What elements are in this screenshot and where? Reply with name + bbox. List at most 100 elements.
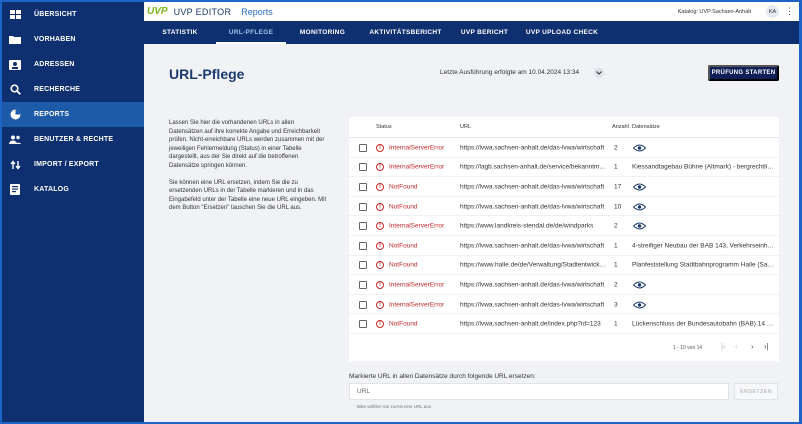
table-row[interactable]: ! NotFound https://lvwa.sachsen-anhalt.de/… [349,314,779,334]
table-row[interactable]: ! InternalServerError https://www.landkrei… [349,216,779,236]
tab-uvp-upload-check[interactable]: UVP UPLOAD CHECK [517,21,607,44]
row-checkbox[interactable] [359,241,367,250]
sidebar-item-label: IMPORT / EXPORT [34,161,99,168]
error-icon: ! [376,182,384,191]
row-checkbox[interactable] [359,280,367,289]
row-checkbox[interactable] [359,261,367,270]
error-icon: ! [376,202,384,211]
status-text: NotFound [389,242,418,250]
last-page-icon[interactable]: ›| [764,342,769,351]
top-header: UVP UVP EDITOR Reports Katalog: UVP Sach… [144,2,799,21]
table-row[interactable]: ! InternalServerError https://lvwa.sachsen… [349,138,779,158]
url-cell: https://lvwa.sachsen-anhalt.de/das-lvwa/… [460,301,605,309]
table-row[interactable]: ! InternalServerError https://lvwa.sachsen… [349,275,779,295]
column-header-count[interactable]: Anzahl [612,124,629,130]
import-export-icon [9,159,21,171]
row-checkbox[interactable] [359,320,367,329]
first-page-icon[interactable]: |‹ [721,342,726,351]
row-checkbox[interactable] [359,222,367,231]
users-icon [9,134,21,146]
count-cell: 2 [614,222,618,230]
status-text: InternalServerError [389,144,445,152]
url-cell: https://lvwa.sachsen-anhalt.de/das-lvwa/… [460,242,605,250]
chevron-down-icon[interactable] [594,68,604,78]
dataset-cell[interactable]: 4-streifiger Neubau der BAB 143, Verkehr… [632,242,774,249]
replace-hint: Bitte wählen Sie zuerst eine URL aus [357,404,432,409]
dataset-cell[interactable]: Planfeststellung Stadtbahnprogramm Halle… [632,262,774,269]
contact-card-icon [9,59,21,71]
column-header-status[interactable]: Status [376,124,392,130]
tab-statistik[interactable]: STATISTIK [144,21,216,44]
count-cell: 17 [614,183,622,191]
status-text: NotFound [389,203,418,211]
table-row[interactable]: ! NotFound https://lvwa.sachsen-anhalt.de/… [349,197,779,217]
sidebar-item-benutzer[interactable]: BENUTZER & RECHTE [2,127,144,152]
next-page-icon[interactable]: › [751,342,754,351]
eye-icon[interactable] [633,301,646,309]
sidebar-item-label: ADRESSEN [34,61,75,68]
url-cell: https://lvwa.sachsen-anhalt.de/das-lvwa/… [460,183,605,191]
row-checkbox[interactable] [359,143,367,152]
url-table: Status URL Anzahl Datensätze ! InternalSe… [349,117,779,361]
row-checkbox[interactable] [359,300,367,309]
error-icon: ! [376,320,384,329]
url-cell: https://lvwa.sachsen-anhalt.de/das-lvwa/… [460,203,605,211]
sidebar-item-uebersicht[interactable]: ÜBERSICHT [2,2,144,27]
error-icon: ! [376,280,384,289]
status-text: InternalServerError [389,281,445,289]
row-checkbox[interactable] [359,202,367,211]
description: Lassen Sie hier die vorhandenen URLs in … [169,119,329,221]
eye-icon[interactable] [633,183,646,191]
error-icon: ! [376,241,384,250]
sidebar-item-label: KATALOG [34,186,69,193]
eye-icon[interactable] [633,222,646,230]
tab-monitoring[interactable]: MONITORING [286,21,359,44]
count-cell: 10 [614,203,622,211]
dataset-cell[interactable]: Lückenschluss der Bundesautobahn (BAB) 1… [632,321,774,328]
breadcrumb[interactable]: Reports [241,7,273,17]
app-name: UVP EDITOR [173,6,232,17]
table-row[interactable]: ! NotFound https://lvwa.sachsen-anhalt.de/… [349,236,779,256]
more-menu-icon[interactable]: ⋮ [785,6,794,17]
sidebar-item-label: ÜBERSICHT [34,11,77,18]
error-icon: ! [376,222,384,231]
table-row[interactable]: ! NotFound https://www.halle.de/de/Verwalt… [349,256,779,276]
start-check-button[interactable]: PRÜFUNG STARTEN [708,65,779,81]
sidebar-item-adressen[interactable]: ADRESSEN [2,52,144,77]
sidebar-item-label: BENUTZER & RECHTE [34,136,114,143]
catalog-label[interactable]: Katalog: UVP Sachsen-Anhalt [678,9,751,15]
book-icon [9,184,21,196]
search-icon [9,84,21,96]
replace-url-input[interactable]: URL [349,383,729,400]
url-cell: https://lvwa.sachsen-anhalt.de/index.php… [460,320,601,328]
eye-icon[interactable] [633,144,646,152]
previous-page-icon[interactable]: ‹ [735,342,738,351]
sidebar-item-reports[interactable]: REPORTS [2,102,144,127]
sidebar-item-import-export[interactable]: IMPORT / EXPORT [2,152,144,177]
error-icon: ! [376,261,384,270]
tab-aktivitaetsbericht[interactable]: AKTIVITÄTSBERICHT [359,21,452,44]
tab-bar: STATISTIK URL-PFLEGE MONITORING AKTIVITÄ… [144,21,799,44]
tab-uvp-bericht[interactable]: UVP BERICHT [452,21,517,44]
sidebar: ÜBERSICHT VORHABEN ADRESSEN RECHERCHE RE… [2,2,144,422]
column-header-datasets[interactable]: Datensätze [632,124,660,130]
table-row[interactable]: ! NotFound https://lvwa.sachsen-anhalt.de/… [349,177,779,197]
table-row[interactable]: ! InternalServerError https://lvwa.sachsen… [349,295,779,315]
column-header-url[interactable]: URL [460,124,471,130]
sidebar-item-katalog[interactable]: KATALOG [2,177,144,202]
sidebar-item-recherche[interactable]: RECHERCHE [2,77,144,102]
row-checkbox[interactable] [359,163,367,172]
table-row[interactable]: ! InternalServerError https://lagb.sachsen… [349,158,779,178]
avatar[interactable]: KA [766,5,779,18]
eye-icon[interactable] [633,281,646,289]
count-cell: 1 [614,261,618,269]
error-icon: ! [376,163,384,172]
row-checkbox[interactable] [359,182,367,191]
tab-url-pflege[interactable]: URL-PFLEGE [216,21,286,44]
eye-icon[interactable] [633,203,646,211]
replace-button[interactable]: ERSETZEN [734,383,778,400]
uvp-logo[interactable]: UVP [147,6,168,17]
dataset-cell[interactable]: Kiessandtagebau Bühne (Altmark) - bergre… [632,164,774,171]
status-text: InternalServerError [389,301,445,309]
sidebar-item-vorhaben[interactable]: VORHABEN [2,27,144,52]
